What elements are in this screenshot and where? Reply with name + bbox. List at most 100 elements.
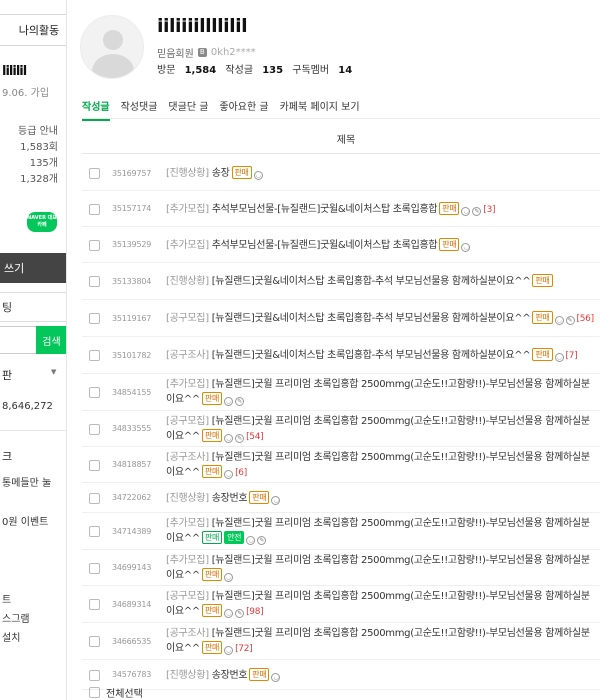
post-title[interactable]: [추가모집] [뉴질랜드]굿윌 프리미엄 초록입홍합 2500mmg(고순도!!… xyxy=(166,553,598,583)
sale-badge: 판매 xyxy=(249,490,270,504)
post-title-text[interactable]: 송장번호 xyxy=(209,670,248,681)
menu-item[interactable]: 설치 xyxy=(2,629,20,644)
table-row[interactable]: 34576783 [진행상황] 송장번호 판매 ◡ xyxy=(82,660,600,690)
table-row[interactable]: 35157174 [추가모집] 추석부모님선물-[뉴질랜드]굿윌&네이처스탑 초록… xyxy=(82,191,600,227)
table-row[interactable]: 35139529 [추가모집] 추석부모님선물-[뉴질랜드]굿윌&네이처스탑 초록… xyxy=(82,227,600,263)
visit-stat: 방문 1,584 xyxy=(157,65,216,76)
post-category: [진행상황] xyxy=(166,168,209,179)
row-checkbox[interactable] xyxy=(89,562,100,574)
post-title-text[interactable]: [뉴질랜드]굿윌&네이처스탑 초록입홍합-추석 부모님선물용 함께하실분이요^^ xyxy=(209,313,531,324)
row-checkbox[interactable] xyxy=(89,492,100,504)
post-title[interactable]: [추가모집] 추석부모님선물-[뉴질랜드]굿윌&네이처스탑 초록입홍합 판매 ◡ ✎[… xyxy=(166,201,598,218)
attachment-icon: ◡ xyxy=(554,353,564,362)
table-row[interactable]: 35101782 [공구조사] [뉴질랜드]굿윌&네이처스탑 초록입홍합-추석 부… xyxy=(82,337,600,374)
post-title-text[interactable]: [뉴질랜드]굿윌&네이처스탑 초록입홍합-추석 부모님선물용 함께하실분이요^^ xyxy=(209,276,531,287)
attachment-icon: ◡ xyxy=(224,397,234,406)
naver-badge: NAVER 대표카페 xyxy=(27,212,57,232)
my-activity-tab[interactable]: 나의활동 xyxy=(0,14,66,46)
sale-badge: 판매 xyxy=(201,429,223,442)
comment-count[interactable]: [7] xyxy=(566,351,578,361)
visit-label: 방문 xyxy=(157,65,176,76)
row-checkbox[interactable] xyxy=(89,669,100,681)
row-checkbox[interactable] xyxy=(89,636,100,647)
subs-label: 구독멤버 xyxy=(292,65,330,76)
menu-item[interactable]: 스그램 xyxy=(2,610,30,625)
table-row[interactable]: 35133804 [진행상황] [뉴질랜드]굿윌&네이처스탑 초록입홍합-추석 부… xyxy=(82,263,600,300)
sale-badge: 판매 xyxy=(231,166,252,179)
post-number: 35139529 xyxy=(112,240,152,249)
table-row[interactable]: 34854155 [추가모집] [뉴질랜드]굿윌 프리미엄 초록입홍합 2500m… xyxy=(82,374,600,411)
post-title[interactable]: [진행상황] 송장번호 판매 ◡ xyxy=(166,490,598,506)
row-checkbox[interactable] xyxy=(89,239,100,251)
row-checkbox[interactable] xyxy=(89,423,100,435)
table-row[interactable]: 34818857 [공구조사] [뉴질랜드]굿윌 프리미엄 초록입홍합 2500m… xyxy=(82,447,600,483)
poll-icon: ✎ xyxy=(565,316,575,325)
post-title-text[interactable]: 추석부모님선물-[뉴질랜드]굿윌&네이처스탑 초록입홍합 xyxy=(209,240,438,251)
comment-count[interactable]: [3] xyxy=(483,205,495,215)
row-checkbox[interactable] xyxy=(89,459,100,471)
table-row[interactable]: 34689314 [공구모집] [뉴질랜드]굿윌 프리미엄 초록입홍합 2500m… xyxy=(82,586,600,623)
table-row[interactable]: 35169757 [진행상황] 송장 판매 ◡ xyxy=(82,156,600,191)
post-title-text[interactable]: 송장 xyxy=(209,168,230,179)
attachment-icon: ◡ xyxy=(461,242,471,252)
post-title[interactable]: [공구모집] [뉴질랜드]굿윌&네이처스탑 초록입홍합-추석 부모님선물용 함께… xyxy=(166,311,598,327)
menu-item[interactable]: 통메들만 눌 xyxy=(2,474,51,489)
select-all[interactable]: 전체선택 xyxy=(89,685,143,700)
posts-stat: 작성글 135 xyxy=(225,65,283,76)
post-title[interactable]: [공구조사] [뉴질랜드]굿윌 프리미엄 초록입홍합 2500mmg(고순도!!… xyxy=(166,450,598,481)
menu-item[interactable]: 0원 이벤트 xyxy=(2,513,48,528)
table-row[interactable]: 34833555 [공구모집] [뉴질랜드]굿윌 프리미엄 초록입홍합 2500m… xyxy=(82,411,600,447)
chevron-down-icon[interactable]: ▼ xyxy=(51,368,56,376)
join-date: 9.06. 가입 xyxy=(2,88,50,99)
sale-badge: 판매 xyxy=(201,641,223,654)
row-checkbox[interactable] xyxy=(89,276,100,287)
post-title[interactable]: [진행상황] 송장 판매 ◡ xyxy=(166,166,598,181)
row-checkbox[interactable] xyxy=(89,387,100,398)
row-checkbox[interactable] xyxy=(89,599,100,610)
post-title[interactable]: [진행상황] 송장번호 판매 ◡ xyxy=(166,667,598,683)
post-title[interactable]: [추가모집] 추석부모님선물-[뉴질랜드]굿윌&네이처스탑 초록입홍합 판매 ◡ xyxy=(166,237,598,253)
chatting-button[interactable]: 팅 xyxy=(0,292,66,322)
row-checkbox[interactable] xyxy=(89,350,100,361)
write-button[interactable]: 쓰기 xyxy=(0,253,66,283)
comment-count[interactable]: [6] xyxy=(235,468,247,478)
menu-item[interactable]: 트 xyxy=(2,591,11,606)
post-title[interactable]: [추가모집] [뉴질랜드]굿윌 프리미엄 초록입홍합 2500mmg(고순도!!… xyxy=(166,377,598,407)
table-row[interactable]: 34699143 [추가모집] [뉴질랜드]굿윌 프리미엄 초록입홍합 2500m… xyxy=(82,550,600,586)
sale-badge: 판매 xyxy=(249,667,270,681)
sale-badge: 판매 xyxy=(201,531,223,544)
post-category: [추가모집] xyxy=(166,239,209,251)
sale-badge: 판매 xyxy=(201,392,223,405)
grade-icon: B xyxy=(197,48,207,57)
comment-count[interactable]: [54] xyxy=(246,432,264,442)
grade-guide-link[interactable]: 등급 안내 xyxy=(0,122,58,137)
row-checkbox[interactable] xyxy=(89,168,100,179)
row-checkbox[interactable] xyxy=(89,526,100,537)
post-title[interactable]: [공구모집] [뉴질랜드]굿윌 프리미엄 초록입홍합 2500mmg(고순도!!… xyxy=(166,414,598,445)
table-row[interactable]: 34666535 [공구조사] [뉴질랜드]굿윌 프리미엄 초록입홍합 2500m… xyxy=(82,623,600,660)
post-title[interactable]: [공구조사] [뉴질랜드]굿윌&네이처스탑 초록입홍합-추석 부모님선물용 함께… xyxy=(166,348,598,364)
post-category: [진행상황] xyxy=(166,669,209,681)
comment-count[interactable]: [98] xyxy=(246,607,264,617)
post-title[interactable]: [진행상황] [뉴질랜드]굿윌&네이처스탑 초록입홍합-추석 부모님선물용 함께… xyxy=(166,274,598,289)
table-row[interactable]: 34714389 [추가모집] [뉴질랜드]굿윌 프리미엄 초록입홍합 2500m… xyxy=(82,513,600,550)
sidebar: 나의활동 lililil 9.06. 가입 등급 안내 1,583회 135개 … xyxy=(0,0,67,700)
select-all-checkbox[interactable] xyxy=(89,687,100,698)
row-checkbox[interactable] xyxy=(89,203,100,215)
post-title[interactable]: [공구모집] [뉴질랜드]굿윌 프리미엄 초록입홍합 2500mmg(고순도!!… xyxy=(166,589,598,620)
post-title[interactable]: [추가모집] [뉴질랜드]굿윌 프리미엄 초록입홍합 2500mmg(고순도!!… xyxy=(166,516,598,546)
table-row[interactable]: 35119167 [공구모집] [뉴질랜드]굿윌&네이처스탑 초록입홍합-추석 부… xyxy=(82,300,600,337)
comment-count[interactable]: [56] xyxy=(577,314,595,324)
table-row[interactable]: 34722062 [진행상황] 송장번호 판매 ◡ xyxy=(82,483,600,513)
post-number: 34722062 xyxy=(112,493,152,502)
comment-count[interactable]: [72] xyxy=(235,644,253,654)
post-title-text[interactable]: 추석부모님선물-[뉴질랜드]굿윌&네이처스탑 초록입홍합 xyxy=(209,204,438,215)
posts-value: 135 xyxy=(262,65,284,76)
row-checkbox[interactable] xyxy=(89,313,100,324)
post-title-text[interactable]: 송장번호 xyxy=(209,493,248,504)
profile-stats: 방문 1,584 작성글 135 구독멤버 14 xyxy=(157,61,358,76)
search-button[interactable]: 검색 xyxy=(36,326,66,354)
post-title-text[interactable]: [뉴질랜드]굿윌&네이처스탑 초록입홍합-추석 부모님선물용 함께하실분이요^^ xyxy=(209,350,531,361)
sale-badge: 판매 xyxy=(439,201,460,215)
post-title[interactable]: [공구조사] [뉴질랜드]굿윌 프리미엄 초록입홍합 2500mmg(고순도!!… xyxy=(166,626,598,657)
